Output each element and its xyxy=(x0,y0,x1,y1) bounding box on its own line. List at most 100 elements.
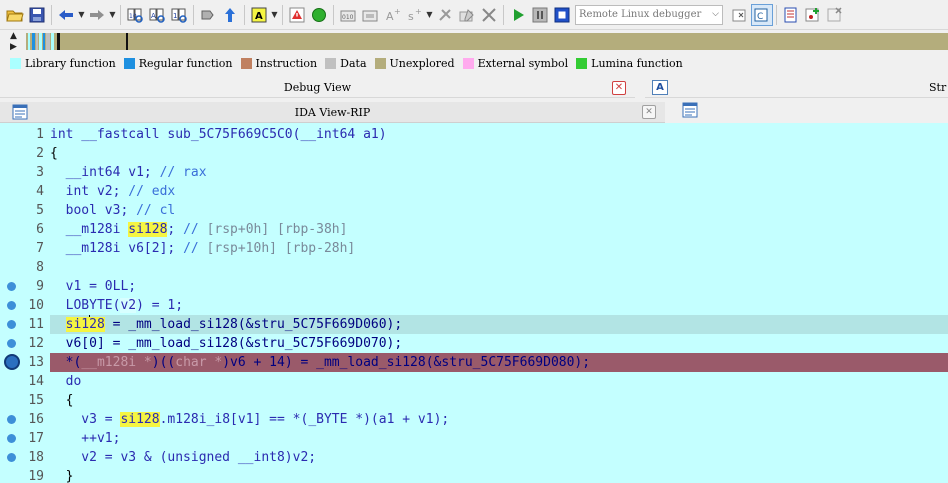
pseudocode-view[interactable]: 1 int __fastcall sub_5C75F669C5C0(__int6… xyxy=(0,123,948,483)
debugger-options-icon[interactable] xyxy=(729,4,751,26)
code-line[interactable]: 17 ++v1; xyxy=(0,429,948,448)
graph-arrows-icon[interactable] xyxy=(197,4,219,26)
make-code-icon[interactable]: 010 xyxy=(337,4,359,26)
breakpoint-marker-icon[interactable] xyxy=(7,282,16,291)
make-dropdown-icon[interactable]: ▼ xyxy=(425,4,434,26)
current-breakpoint-icon[interactable] xyxy=(4,354,20,370)
code-line[interactable]: 1 int __fastcall sub_5C75F669C5C0(__int6… xyxy=(0,125,948,144)
code-line-selected[interactable]: 11 si128 = _mm_load_si128(&stru_5C75F669… xyxy=(0,315,948,334)
delete-breakpoint-icon[interactable] xyxy=(824,4,846,26)
code-line[interactable]: 4 int v2; // edx xyxy=(0,182,948,201)
forward-dropdown-icon[interactable]: ▼ xyxy=(108,4,117,26)
code-text: LOBYTE(v2) = 1; xyxy=(50,296,183,315)
toolbar-separator xyxy=(282,4,283,25)
breakpoint-marker-icon[interactable] xyxy=(7,339,16,348)
code-token: v1 xyxy=(417,412,434,427)
toolbar-separator xyxy=(333,4,334,25)
line-number: 13 xyxy=(28,355,44,370)
undefine-icon[interactable] xyxy=(478,4,500,26)
code-comment: // xyxy=(183,222,207,237)
code-line[interactable]: 15 { xyxy=(0,391,948,410)
text-search-icon[interactable]: A xyxy=(146,4,168,26)
right-panel-title: Str xyxy=(929,81,947,94)
disassembly-view-icon[interactable] xyxy=(682,102,698,118)
breakpoint-marker-icon[interactable] xyxy=(7,320,16,329)
ida-view-title: IDA View-RIP xyxy=(294,105,371,119)
text-color-icon[interactable]: A xyxy=(248,4,270,26)
code-line[interactable]: 9 v1 = 0LL; xyxy=(0,277,948,296)
list-view-icon[interactable] xyxy=(780,4,802,26)
make-string-icon[interactable]: A + xyxy=(381,4,403,26)
color-dropdown-icon[interactable]: ▼ xyxy=(270,4,279,26)
highlighted-identifier[interactable]: si128 xyxy=(120,412,160,427)
debug-view-header[interactable]: Debug View ✕ xyxy=(0,78,635,98)
back-arrow-icon[interactable] xyxy=(55,4,77,26)
code-line-current[interactable]: 13 *(__m128i *)((char *)v6 + 14) = _mm_l… xyxy=(0,353,948,372)
close-icon[interactable]: ✕ xyxy=(642,105,656,119)
highlighted-identifier[interactable]: si1 xyxy=(65,317,90,332)
start-process-icon[interactable] xyxy=(507,4,529,26)
svg-text:C: C xyxy=(757,12,763,22)
stop-process-icon[interactable] xyxy=(551,4,573,26)
svg-text:+: + xyxy=(415,7,422,16)
highlighted-identifier[interactable]: si128 xyxy=(128,222,168,237)
code-text: si128 = _mm_load_si128(&stru_5C75F669D06… xyxy=(50,315,402,334)
line-number: 7 xyxy=(36,241,44,256)
ida-view-tab[interactable]: IDA View-RIP ✕ xyxy=(0,102,665,123)
svg-text:+: + xyxy=(394,7,401,16)
breakpoint-marker-icon[interactable] xyxy=(7,453,16,462)
code-line[interactable]: 18 v2 = v3 & (unsigned __int8)v2; xyxy=(0,448,948,467)
code-line[interactable]: 7 __m128i v6[2]; // [rsp+10h] [rbp-28h] xyxy=(0,239,948,258)
toolbar-separator xyxy=(120,4,121,25)
right-panel-header[interactable]: A Str xyxy=(645,78,948,98)
legend-swatch xyxy=(325,57,337,69)
code-line[interactable]: 19 } xyxy=(0,467,948,483)
code-token: __m128i v6[2]; xyxy=(50,241,184,256)
back-dropdown-icon[interactable]: ▼ xyxy=(77,4,86,26)
code-token: v2 xyxy=(120,298,137,313)
open-folder-icon[interactable] xyxy=(4,4,26,26)
code-line[interactable]: 10 LOBYTE(v2) = 1; xyxy=(0,296,948,315)
make-data-icon[interactable] xyxy=(359,4,381,26)
make-struct-icon[interactable]: s + xyxy=(403,4,425,26)
svg-text:A: A xyxy=(255,11,263,22)
breakpoint-marker-icon[interactable] xyxy=(7,415,16,424)
svg-text:1: 1 xyxy=(173,12,177,20)
svg-text:A: A xyxy=(151,12,156,20)
add-breakpoint-icon[interactable] xyxy=(802,4,824,26)
binary-search-icon[interactable]: 10 xyxy=(124,4,146,26)
attach-process-icon[interactable]: C xyxy=(751,3,773,26)
rename-icon[interactable] xyxy=(456,4,478,26)
close-icon[interactable]: ✕ xyxy=(612,81,626,95)
jump-up-arrow-icon[interactable] xyxy=(219,4,241,26)
legend-swatch xyxy=(10,57,21,69)
code-line[interactable]: 2 { xyxy=(0,144,948,163)
code-line[interactable]: 12 v6[0] = _mm_load_si128(&stru_5C75F669… xyxy=(0,334,948,353)
green-circle-icon[interactable] xyxy=(308,4,330,26)
code-line[interactable]: 16 v3 = si128.m128i_i8[v1] == *(_BYTE *)… xyxy=(0,410,948,429)
strings-icon[interactable]: A xyxy=(652,80,668,95)
code-text: v1 = 0LL; xyxy=(50,279,137,294)
immediate-search-icon[interactable]: 1 xyxy=(168,4,190,26)
code-line[interactable]: 14 do xyxy=(0,372,948,391)
patch-icon[interactable] xyxy=(434,4,456,26)
navigation-strip[interactable] xyxy=(26,33,948,50)
code-text: { xyxy=(50,393,74,408)
code-line[interactable]: 5 bool v3; // cl xyxy=(0,201,948,220)
code-line[interactable]: 8 xyxy=(0,258,948,277)
breakpoint-marker-icon[interactable] xyxy=(7,434,16,443)
forward-arrow-icon[interactable] xyxy=(86,4,108,26)
legend-instruction: Instruction xyxy=(240,57,317,70)
breakpoint-marker-icon[interactable] xyxy=(7,301,16,310)
pause-process-icon[interactable] xyxy=(529,4,551,26)
warning-icon[interactable] xyxy=(286,4,308,26)
code-line[interactable]: 6 __m128i si128; // [rsp+0h] [rbp-38h] xyxy=(0,220,948,239)
code-line[interactable]: 3 __int64 v1; // rax xyxy=(0,163,948,182)
save-icon[interactable] xyxy=(26,4,48,26)
nav-band-arrows-icon[interactable]: ▲ ▶ xyxy=(10,31,20,53)
line-number: 10 xyxy=(28,298,44,313)
highlighted-identifier[interactable]: 28 xyxy=(89,317,105,332)
debugger-selector[interactable]: Remote Linux debugger ⌵ xyxy=(575,4,723,25)
nav-segment-library xyxy=(51,33,54,50)
